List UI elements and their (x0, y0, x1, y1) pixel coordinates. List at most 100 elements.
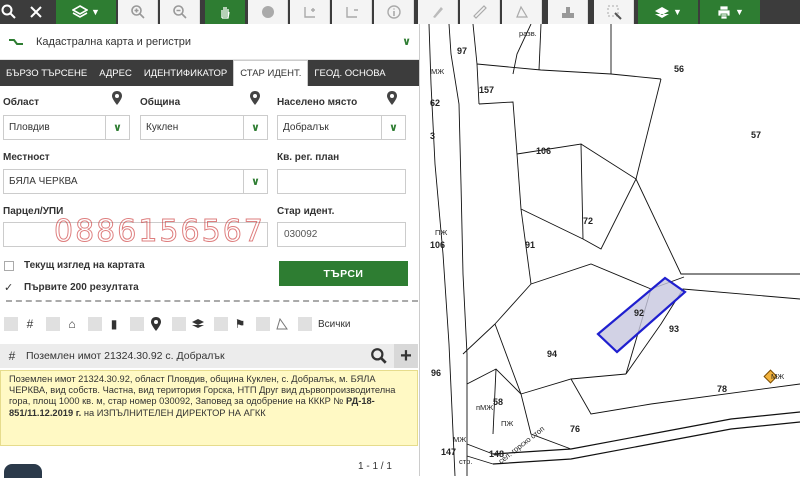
registry-selector[interactable]: Кадастрална карта и регистри ∨ (0, 24, 419, 60)
map-label: МЖ (771, 372, 784, 381)
print-menu-button[interactable]: ▼ (700, 0, 760, 24)
filter-checkbox[interactable] (130, 317, 144, 331)
zoom-out-button[interactable] (160, 0, 200, 24)
top-toolbar: ▼ ▼ ▼ (0, 0, 800, 24)
search-button[interactable]: ТЪРСИ (279, 261, 408, 286)
filter-checkbox[interactable] (172, 317, 186, 331)
tray-icon (561, 7, 574, 18)
basemap-menu-button[interactable]: ▼ (638, 0, 698, 24)
naseleno-value: Добралък (283, 122, 329, 133)
object-type-filters: # ⌂ ▮ ⚑ Всички (4, 315, 350, 333)
hand-icon (221, 7, 230, 19)
measure-area-button[interactable] (290, 0, 330, 24)
map-label: 76 (570, 424, 580, 434)
filter-checkbox[interactable] (88, 317, 102, 331)
mestnost-value: БЯЛА ЧЕРКВА (9, 176, 78, 187)
zoom-in-button[interactable] (118, 0, 158, 24)
zoom-out-icon (172, 5, 187, 19)
map-path-icon (9, 38, 23, 45)
info-button[interactable] (374, 0, 414, 24)
map-canvas[interactable]: 97 разв. 56 МЖ 157 62 57 3 106 72 91 ПЖ … (421, 24, 800, 476)
search-icon[interactable] (0, 0, 18, 24)
add-icon[interactable]: + (394, 344, 418, 368)
obshtina-label: Община (140, 97, 181, 108)
print-area-button[interactable] (548, 0, 588, 24)
cadastral-map[interactable]: 97 разв. 56 МЖ 157 62 57 3 106 72 91 ПЖ … (421, 24, 800, 476)
zoom-in-icon (130, 5, 145, 19)
map-label: 72 (583, 216, 593, 226)
check-icon: ✓ (4, 282, 14, 294)
layers-menu-button[interactable]: ▼ (56, 0, 116, 24)
basemap-icon (655, 7, 670, 18)
map-label: МЖ (431, 67, 444, 76)
map-label: ПЖ (501, 419, 513, 428)
select-button[interactable] (594, 0, 634, 24)
location-pin-icon[interactable] (387, 91, 397, 105)
polygon-icon (515, 5, 528, 18)
info-icon (386, 5, 401, 19)
map-label: пМЖ (476, 403, 493, 412)
current-view-checkbox[interactable]: Текущ изглед на картата (4, 260, 145, 271)
search-tabs: БЪРЗО ТЪРСЕНЕ АДРЕС ИДЕНТИФИКАТОР СТАР И… (0, 60, 419, 86)
grid-icon: # (8, 349, 16, 363)
filter-checkbox[interactable] (4, 317, 18, 331)
map-label: 96 (431, 368, 441, 378)
measure-length-button[interactable] (332, 0, 372, 24)
map-label: 78 (717, 384, 727, 394)
first-200-checkbox[interactable]: ✓ Първите 200 резултата (4, 281, 139, 294)
chevron-down-icon: ▼ (735, 7, 744, 17)
map-label: 147 (441, 447, 456, 457)
location-pin-icon[interactable] (112, 91, 122, 105)
map-label: 106 (430, 240, 445, 250)
map-label: 93 (669, 324, 679, 334)
chevron-down-icon: ∨ (243, 116, 267, 139)
mestnost-select[interactable]: БЯЛА ЧЕРКВА ∨ (3, 169, 268, 194)
close-icon[interactable] (18, 0, 54, 24)
tab-address[interactable]: АДРЕС (93, 60, 138, 86)
old-id-input[interactable]: 030092 (277, 222, 406, 247)
tab-geodetic-base[interactable]: ГЕОД. ОСНОВА (308, 60, 391, 86)
globe-button[interactable] (248, 0, 288, 24)
polygon-icon (274, 316, 290, 332)
chevron-down-icon: ▼ (673, 7, 682, 17)
naseleno-select[interactable]: Добралък ∨ (277, 115, 406, 140)
pencil-icon (432, 7, 443, 18)
location-pin-icon[interactable] (250, 91, 260, 105)
house-icon: ⌂ (68, 317, 76, 331)
length-icon (345, 7, 358, 18)
parcel-92-label: 92 (634, 308, 644, 318)
oblast-select[interactable]: Пловдив ∨ (3, 115, 130, 140)
area-icon (303, 7, 315, 18)
result-header[interactable]: # Поземлен имот 21324.30.92 с. Добралък … (0, 344, 418, 368)
map-label: 57 (751, 130, 761, 140)
pan-button[interactable] (205, 0, 245, 24)
ruler-button[interactable] (460, 0, 500, 24)
divider (6, 300, 418, 302)
obshtina-value: Куклен (146, 122, 179, 133)
tab-identifier[interactable]: ИДЕНТИФИКАТОР (138, 60, 233, 86)
result-details: Поземлен имот 21324.30.92, област Пловди… (0, 370, 418, 446)
building-icon: ▮ (110, 317, 118, 331)
obshtina-select[interactable]: Куклен ∨ (140, 115, 268, 140)
phone-watermark: 0886156567 (54, 214, 265, 250)
filter-checkbox[interactable] (46, 317, 60, 331)
polygon-button[interactable] (502, 0, 542, 24)
zoom-to-icon[interactable] (370, 347, 388, 365)
result-title: Поземлен имот 21324.30.92 с. Добралък (26, 350, 225, 362)
tab-quick-search[interactable]: БЪРЗО ТЪРСЕНЕ (0, 60, 93, 86)
first-200-label: Първите 200 резултата (24, 282, 139, 293)
map-label: МЖ (453, 435, 466, 444)
filter-checkbox[interactable] (256, 317, 270, 331)
kv-plan-input[interactable] (277, 169, 406, 194)
mestnost-label: Местност (3, 152, 50, 163)
chevron-down-icon: ▼ (91, 7, 100, 17)
filter-checkbox[interactable] (214, 317, 228, 331)
draw-button[interactable] (418, 0, 458, 24)
flag-icon: ⚑ (234, 317, 246, 331)
filter-checkbox[interactable] (298, 317, 312, 331)
map-label: ПЖ (435, 228, 447, 237)
tab-old-identifier[interactable]: СТАР ИДЕНТ. (233, 60, 309, 86)
map-label: 62 (430, 98, 440, 108)
map-label: 97 (457, 46, 467, 56)
chevron-down-icon: ∨ (105, 116, 129, 139)
